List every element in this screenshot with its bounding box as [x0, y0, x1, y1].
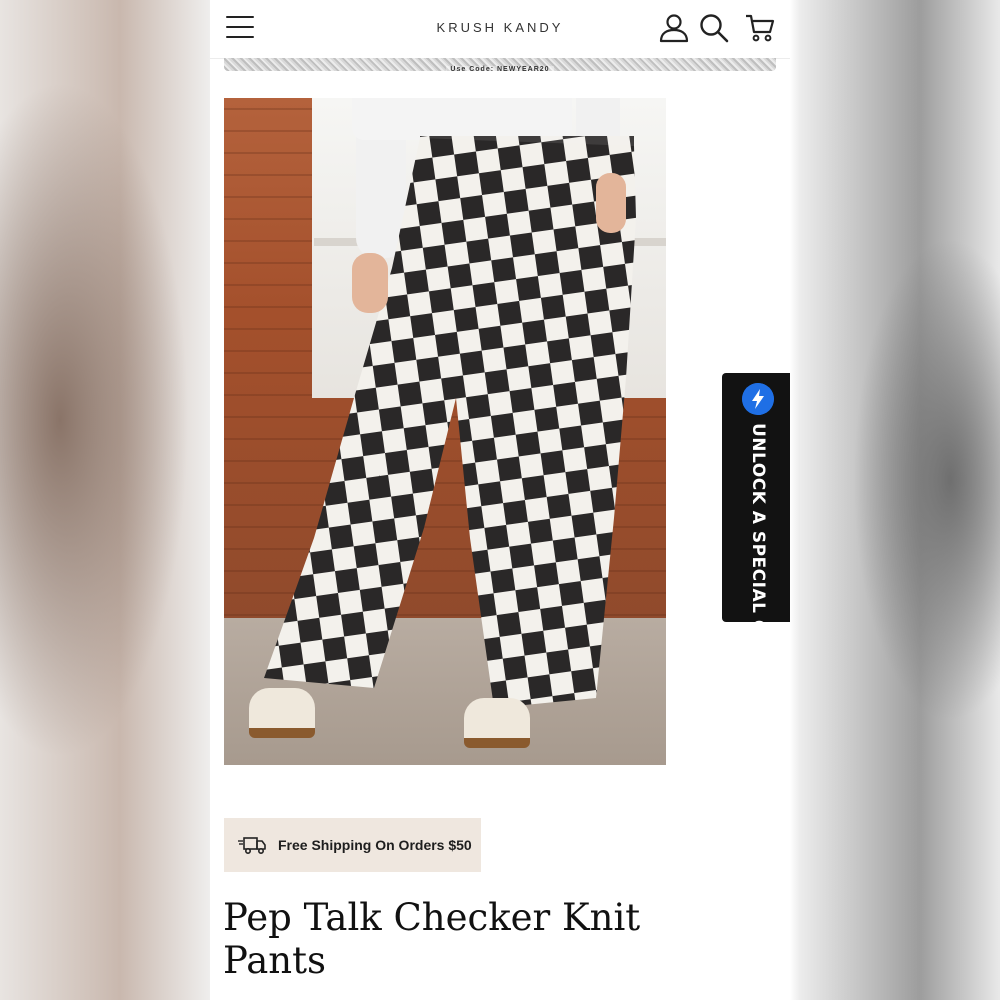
mobile-page: KRUSH KANDY Use Code: NEWYEAR20 Free Shi… — [210, 0, 790, 1000]
account-icon[interactable] — [658, 12, 690, 44]
special-offer-tab[interactable]: UNLOCK A SPECIAL OFFER — [722, 373, 790, 685]
product-image[interactable] — [224, 98, 666, 765]
special-offer-label: UNLOCK A SPECIAL OFFER — [748, 423, 768, 685]
product-title: Pep Talk Checker Knit Pants — [223, 896, 641, 982]
delivery-truck-icon — [238, 837, 266, 855]
search-icon[interactable] — [698, 12, 730, 44]
promo-banner[interactable]: Use Code: NEWYEAR20 — [224, 58, 776, 74]
free-shipping-badge: Free Shipping On Orders $50 — [224, 818, 481, 872]
lightning-bolt-icon — [742, 383, 774, 415]
promo-code-text: Use Code: NEWYEAR20 — [446, 66, 554, 74]
shipping-label: Free Shipping On Orders $50 — [278, 837, 472, 853]
cart-icon[interactable] — [744, 12, 776, 44]
site-header: KRUSH KANDY — [210, 0, 790, 59]
